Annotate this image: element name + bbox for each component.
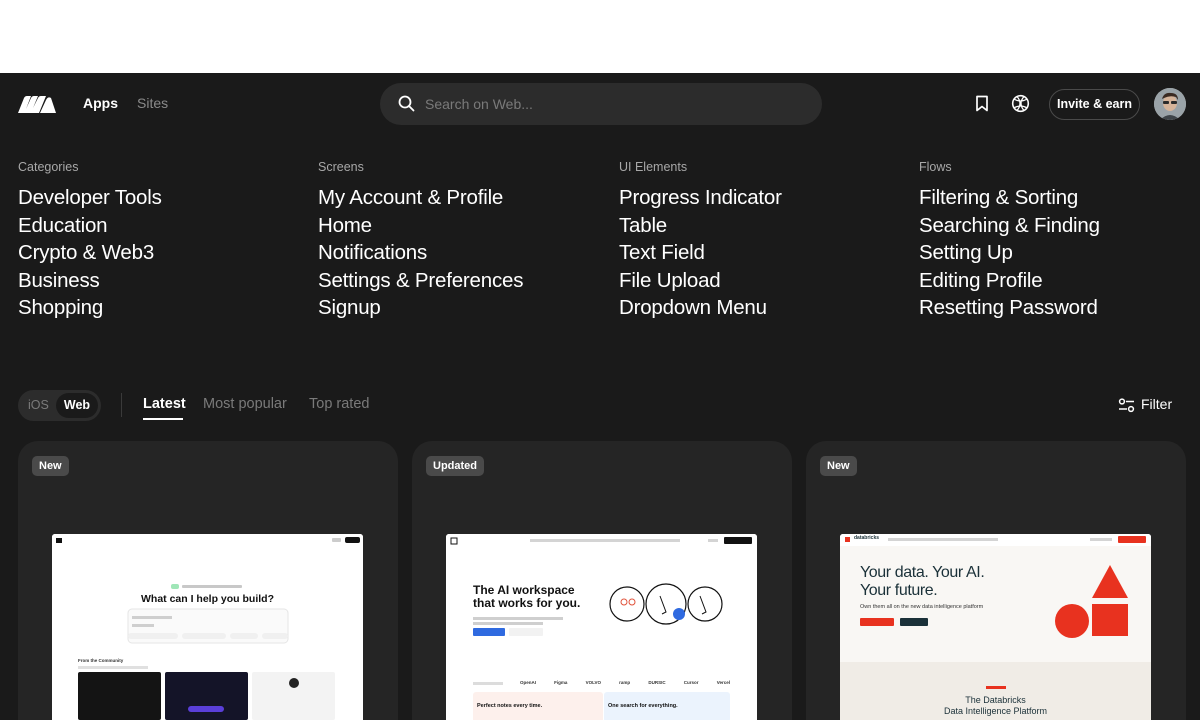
- preview-headline-line-2: Your future.: [860, 582, 938, 599]
- tab-most-popular[interactable]: Most popular: [203, 396, 287, 412]
- preview-logo: ramp: [619, 680, 631, 685]
- menu-item[interactable]: Progress Indicator: [619, 184, 899, 212]
- search-input[interactable]: Search on Web...: [425, 96, 533, 112]
- preview-headline: Your data. Your AI. Your future.: [860, 564, 985, 600]
- nav-sites-tab[interactable]: Sites: [137, 95, 168, 111]
- preview-headline-line-2: that works for you.: [473, 596, 581, 610]
- tab-latest[interactable]: Latest: [143, 396, 186, 412]
- invite-earn-button[interactable]: Invite & earn: [1049, 89, 1140, 120]
- preview-logo-strip: OpenAI Figma VOLVO ramp DURSIC Cursor Ve…: [520, 680, 730, 685]
- menu-column-flows: Flows Filtering & Sorting Searching & Fi…: [919, 160, 1199, 322]
- logo-icon[interactable]: [18, 96, 56, 113]
- menu-item[interactable]: Searching & Finding: [919, 212, 1199, 240]
- status-badge: New: [32, 456, 69, 476]
- screenshot-graphic: [840, 534, 1151, 720]
- card-screenshot[interactable]: The AI workspace that works for you. Ope…: [446, 534, 757, 720]
- menu-item[interactable]: Editing Profile: [919, 267, 1199, 295]
- preview-tile-title: One search for everything.: [608, 703, 678, 709]
- menu-column-screens: Screens My Account & Profile Home Notifi…: [318, 160, 598, 322]
- globe-icon[interactable]: [1011, 94, 1030, 113]
- menu-item[interactable]: File Upload: [619, 267, 899, 295]
- menu-item[interactable]: Notifications: [318, 239, 598, 267]
- menu-item[interactable]: Signup: [318, 294, 598, 322]
- preview-headline-line-1: Your data. Your AI.: [860, 564, 985, 581]
- screenshot-graphic: [52, 534, 363, 720]
- card-screenshot[interactable]: databricks Your data. Your AI. Your futu…: [840, 534, 1151, 720]
- menu-item[interactable]: My Account & Profile: [318, 184, 598, 212]
- platform-toggle: iOS Web: [18, 390, 101, 421]
- app-card[interactable]: New What can I help you build? From the …: [18, 441, 398, 720]
- preview-subtitle: Own them all on the new data intelligenc…: [860, 604, 984, 610]
- menu-item[interactable]: Business: [18, 267, 298, 295]
- preview-headline: The AI workspace that works for you.: [473, 584, 580, 610]
- status-badge: New: [820, 456, 857, 476]
- bookmark-icon[interactable]: [974, 95, 990, 112]
- menu-heading: Screens: [318, 160, 364, 174]
- user-avatar[interactable]: [1154, 88, 1186, 120]
- menu-item[interactable]: Table: [619, 212, 899, 240]
- platform-ios-option[interactable]: iOS: [28, 398, 49, 412]
- search-icon: [398, 95, 415, 112]
- menu-item[interactable]: Settings & Preferences: [318, 267, 598, 295]
- active-tab-underline: [143, 418, 183, 420]
- preview-section-line-1: The Databricks: [965, 695, 1026, 705]
- preview-section-line-2: Data Intelligence Platform: [943, 706, 1048, 716]
- app-card[interactable]: New databricks Your data. Your AI. Your …: [806, 441, 1186, 720]
- menu-item[interactable]: Filtering & Sorting: [919, 184, 1199, 212]
- menu-item[interactable]: Developer Tools: [18, 184, 298, 212]
- screenshot-graphic: [446, 534, 757, 720]
- menu-heading: UI Elements: [619, 160, 688, 174]
- menu-heading: Flows: [919, 160, 952, 174]
- tab-top-rated[interactable]: Top rated: [309, 396, 369, 412]
- menu-item[interactable]: Shopping: [18, 294, 298, 322]
- platform-web-option[interactable]: Web: [56, 393, 98, 418]
- preview-logo: Vercel: [716, 680, 730, 685]
- menu-item[interactable]: Education: [18, 212, 298, 240]
- app-card[interactable]: Updated The AI workspace that works for …: [412, 441, 792, 720]
- menu-item[interactable]: Resetting Password: [919, 294, 1199, 322]
- preview-section-title: The Databricks Data Intelligence Platfor…: [840, 695, 1151, 717]
- menu-item[interactable]: Home: [318, 212, 598, 240]
- filter-label: Filter: [1141, 396, 1173, 412]
- card-screenshot[interactable]: What can I help you build? From the Comm…: [52, 534, 363, 720]
- app-window: Apps Sites Search on Web... Invite & ear…: [0, 73, 1200, 720]
- preview-headline: What can I help you build?: [141, 593, 274, 605]
- preview-brand: databricks: [854, 535, 880, 541]
- status-badge: Updated: [426, 456, 484, 476]
- menu-item[interactable]: Setting Up: [919, 239, 1199, 267]
- preview-logo: OpenAI: [520, 680, 537, 685]
- top-header: Apps Sites Search on Web... Invite & ear…: [0, 73, 1200, 135]
- nav-apps-tab[interactable]: Apps: [83, 95, 118, 111]
- preview-logo: Cursor: [683, 680, 699, 685]
- preview-logo: DURSIC: [648, 680, 666, 685]
- preview-tile-title: Perfect notes every time.: [477, 703, 543, 709]
- menu-heading: Categories: [18, 160, 79, 174]
- menu-item[interactable]: Text Field: [619, 239, 899, 267]
- preview-section-label: From the Community: [78, 658, 124, 663]
- menu-item[interactable]: Dropdown Menu: [619, 294, 899, 322]
- filter-icon: [1118, 398, 1135, 413]
- preview-logo: VOLVO: [585, 680, 602, 685]
- menu-column-ui-elements: UI Elements Progress Indicator Table Tex…: [619, 160, 899, 322]
- search-bar[interactable]: Search on Web...: [380, 83, 822, 125]
- menu-column-categories: Categories Developer Tools Education Cry…: [18, 160, 298, 322]
- toolbar-divider: [121, 393, 122, 417]
- menu-item[interactable]: Crypto & Web3: [18, 239, 298, 267]
- preview-logo: Figma: [554, 680, 568, 685]
